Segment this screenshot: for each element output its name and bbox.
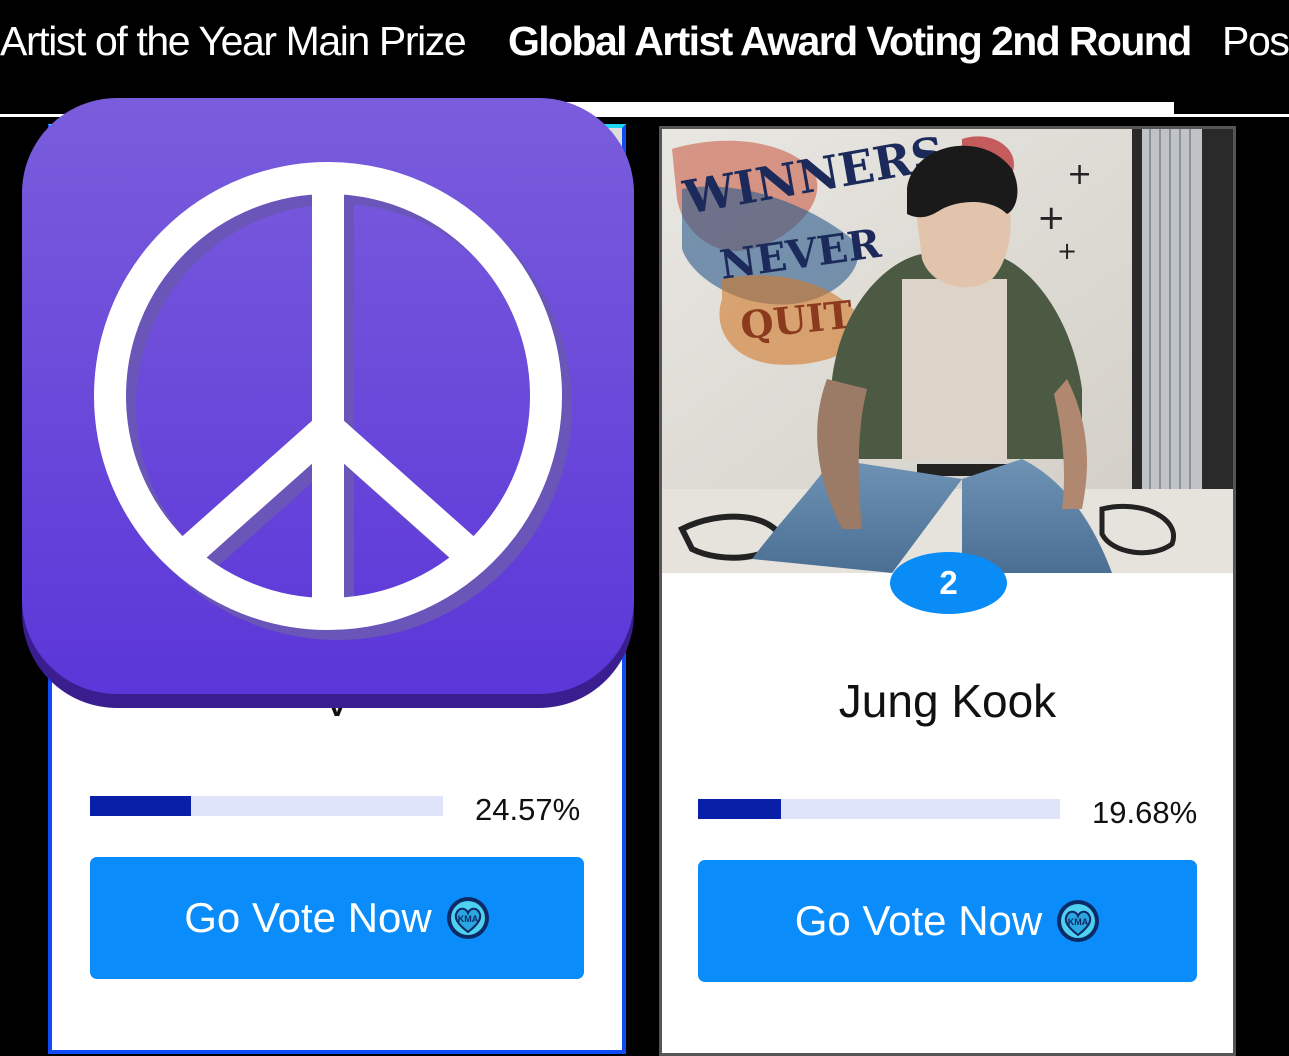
vote-percentage: 24.57% — [475, 792, 581, 827]
rank-badge: 2 — [890, 552, 1007, 614]
svg-text:+: + — [1067, 157, 1092, 192]
peace-sign-app-icon — [22, 98, 634, 708]
vote-progress-fill — [90, 796, 191, 816]
go-vote-now-button[interactable]: Go Vote Now KMA — [698, 860, 1197, 982]
tab-post[interactable]: Post — [1222, 18, 1289, 65]
kma-heart-icon: KMA — [1057, 900, 1100, 942]
kma-heart-icon: KMA — [446, 897, 489, 939]
vote-percentage: 19.68% — [1092, 795, 1198, 830]
vote-progress-fill — [698, 799, 781, 819]
svg-text:+: + — [1057, 237, 1077, 265]
vote-button-label: Go Vote Now — [794, 897, 1043, 944]
svg-text:KMA: KMA — [457, 914, 478, 924]
vote-progress-bar — [90, 796, 443, 816]
svg-text:+: + — [1037, 198, 1066, 238]
artist-photo: WINNERS NEVER QUIT + + + — [662, 129, 1233, 573]
tab-artist-of-the-year[interactable]: Artist of the Year Main Prize — [0, 18, 467, 65]
artist-name: Jung Kook — [838, 675, 1057, 727]
go-vote-now-button[interactable]: Go Vote Now KMA — [90, 857, 584, 979]
vote-button-label: Go Vote Now — [184, 894, 432, 941]
artist-card-jung-kook: WINNERS NEVER QUIT + + + 2 Jung Kook 19.… — [659, 126, 1236, 1056]
svg-text:KMA: KMA — [1068, 917, 1089, 927]
tab-global-artist-award-round-2[interactable]: Global Artist Award Voting 2nd Round — [508, 18, 1192, 65]
vote-progress-bar — [698, 799, 1060, 819]
